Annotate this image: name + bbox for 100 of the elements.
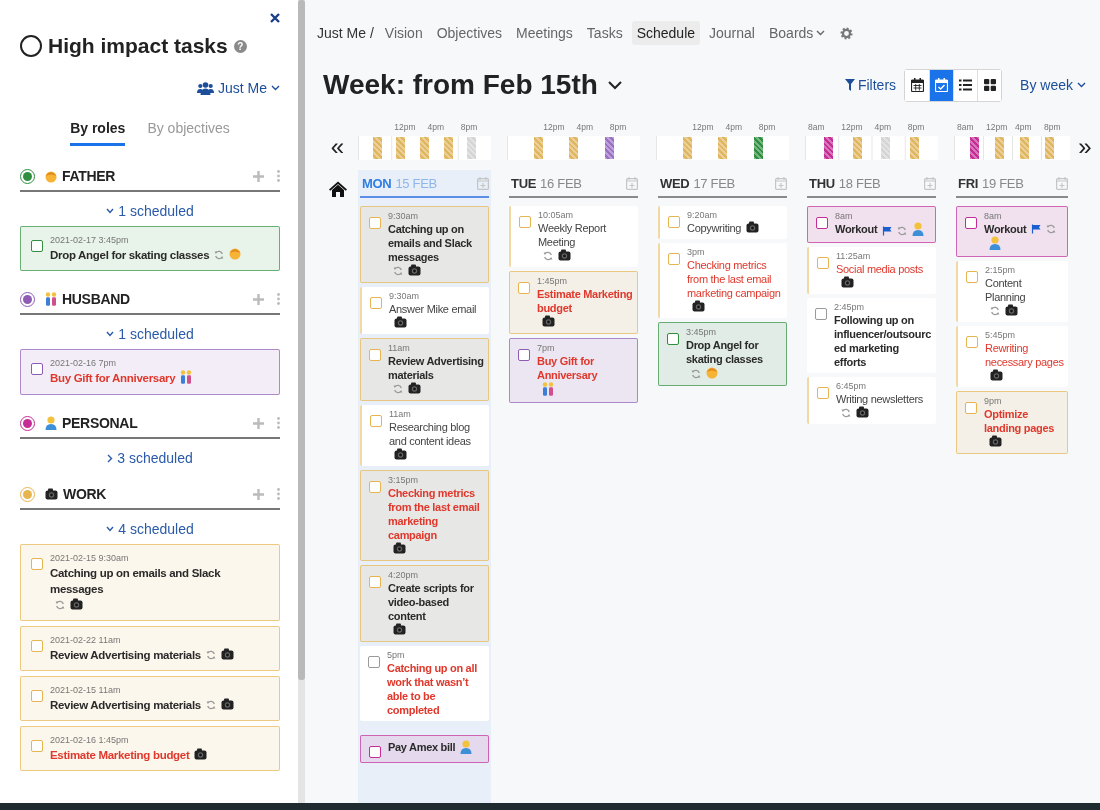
camera-icon [990,369,1003,381]
chevron-icon[interactable] [607,80,622,90]
checkbox[interactable] [817,257,829,269]
task-card[interactable]: 8am Workout [956,206,1068,257]
checkbox[interactable] [668,253,680,265]
task-card[interactable]: 9:30am Catching up on emails and Slack messages [360,206,489,283]
camera-icon [394,316,407,328]
task-card[interactable]: 1:45pm Estimate Marketing budget [509,271,638,334]
checkbox[interactable] [965,402,977,414]
checkbox[interactable] [966,336,978,348]
task-card[interactable]: 7pm Buy Gift for Anniversary [509,338,638,403]
checkbox[interactable] [369,349,381,361]
calendar-add-icon[interactable] [924,176,936,190]
checkbox[interactable] [369,746,381,758]
checkbox[interactable] [370,297,382,309]
owner-dropdown[interactable]: Just Me [197,80,280,96]
next-week-button[interactable]: » [1078,135,1092,159]
task-title: Buy Gift for Anniversary [537,354,599,382]
checkbox[interactable] [369,217,381,229]
checkbox[interactable] [518,282,530,294]
breadcrumb[interactable]: Just Me / [317,25,374,41]
period-dropdown[interactable]: By week [1020,77,1086,93]
nav-link[interactable]: Objectives [431,21,508,45]
nav-link[interactable]: Vision [379,21,428,45]
scheduled-toggle[interactable]: 1 scheduled [106,326,194,342]
task-card[interactable]: 9:30am Answer Mike email [360,287,489,334]
nav-link[interactable]: Tasks [581,21,628,45]
nav-link[interactable]: Journal [704,21,760,45]
task-time: 2021-02-17 3:45pm [50,234,130,247]
checkbox[interactable] [369,481,381,493]
view-button[interactable] [977,69,1002,101]
task-title: Checking metrics from the last email marketing campaign [687,258,782,300]
scheduled-toggle[interactable]: 1 scheduled [106,203,194,219]
task-card[interactable]: 2021-02-15 11am Review Advertising materials [20,676,280,721]
task-card[interactable]: 2021-02-15 9:30am Catching up on emails and Slack messages [20,544,280,621]
task-card[interactable]: 11am Review Advertising materials [360,338,489,401]
task-card[interactable]: 3:45pm Drop Angel for skating classes [658,322,787,386]
task-card[interactable]: 3:15pm Checking metrics from the last email marketing campaign [360,470,489,561]
checkbox[interactable] [31,240,43,252]
task-card[interactable]: 9pm Optimize landing pages [956,391,1068,454]
calendar-add-icon[interactable] [477,176,489,190]
checkbox[interactable] [817,387,829,399]
task-card[interactable]: 11am Researching blog and content ideas [360,405,489,466]
checkbox[interactable] [519,216,531,228]
calendar-add-icon[interactable] [626,176,638,190]
nav-link[interactable]: Meetings [511,21,578,45]
nav-link[interactable]: Schedule [631,21,701,45]
checkbox[interactable] [31,558,43,570]
scheduled-toggle[interactable]: 4 scheduled [106,521,194,537]
task-card[interactable]: 2:15pm Content Planning [956,261,1068,322]
task-card[interactable]: 2021-02-17 3:45pm Drop Angel for skating classes [20,226,280,271]
settings-icon[interactable] [840,26,854,40]
task-card[interactable]: 2021-02-16 7pm Buy Gift for Anniversary [20,349,280,395]
complete-circle[interactable] [20,35,42,57]
nav-link[interactable]: Boards [763,21,831,45]
task-card[interactable]: 6:45pm Writing newsletters [807,377,936,424]
checkbox[interactable] [668,216,680,228]
checkbox[interactable] [966,271,978,283]
checkbox[interactable] [31,640,43,652]
checkbox[interactable] [370,415,382,427]
kebab-icon[interactable] [277,170,280,182]
task-card[interactable]: Pay Amex bill [360,735,489,763]
checkbox[interactable] [31,363,43,375]
previous-week-button[interactable]: « [330,135,345,159]
task-card[interactable]: 2:45pm Following up on influencer/outsourced marketing efforts [807,298,936,373]
filters-link[interactable]: Filters [844,77,897,93]
calendar-add-icon[interactable] [775,176,787,190]
home-icon[interactable] [328,181,347,197]
plus-icon[interactable] [253,417,264,429]
checkbox[interactable] [31,690,43,702]
weekday-label: WED [660,175,690,191]
tab[interactable]: By roles [70,116,126,146]
checkbox[interactable] [518,349,530,361]
plus-icon[interactable] [253,170,264,182]
task-card[interactable]: 5:45pm Rewriting necessary pages [956,326,1068,387]
task-card[interactable]: 9:20am Copywriting [658,206,787,239]
task-card[interactable]: 3pm Checking metrics from the last email marketing campaign [658,243,787,318]
plus-icon[interactable] [253,488,264,500]
checkbox[interactable] [667,333,679,345]
checkbox[interactable] [369,576,381,588]
kebab-icon[interactable] [277,417,280,429]
kebab-icon[interactable] [277,293,280,305]
checkbox[interactable] [816,217,828,229]
checkbox[interactable] [31,740,43,752]
checkbox[interactable] [965,217,977,229]
close-icon[interactable] [270,13,280,23]
task-card[interactable]: 2021-02-22 11am Review Advertising materials [20,626,280,671]
task-card[interactable]: 10:05am Weekly Report Meeting [509,206,638,267]
calendar-add-icon[interactable] [1056,176,1068,190]
plus-icon[interactable] [253,293,264,305]
task-card[interactable]: 5pm Catching up on all work that wasn’t able to be completed [360,646,489,721]
task-card[interactable]: 4:20pm Create scripts for video-based content [360,565,489,642]
task-card[interactable]: 11:25am Social media posts [807,247,936,294]
kebab-icon[interactable] [277,488,280,500]
checkbox[interactable] [815,308,827,320]
checkbox[interactable] [368,656,380,668]
scrollbar[interactable] [298,0,305,803]
task-card[interactable]: 2021-02-16 1:45pm Estimate Marketing budget [20,726,280,771]
scheduled-toggle[interactable]: 3 scheduled [107,450,193,466]
task-card[interactable]: 8am Workout [807,206,936,243]
